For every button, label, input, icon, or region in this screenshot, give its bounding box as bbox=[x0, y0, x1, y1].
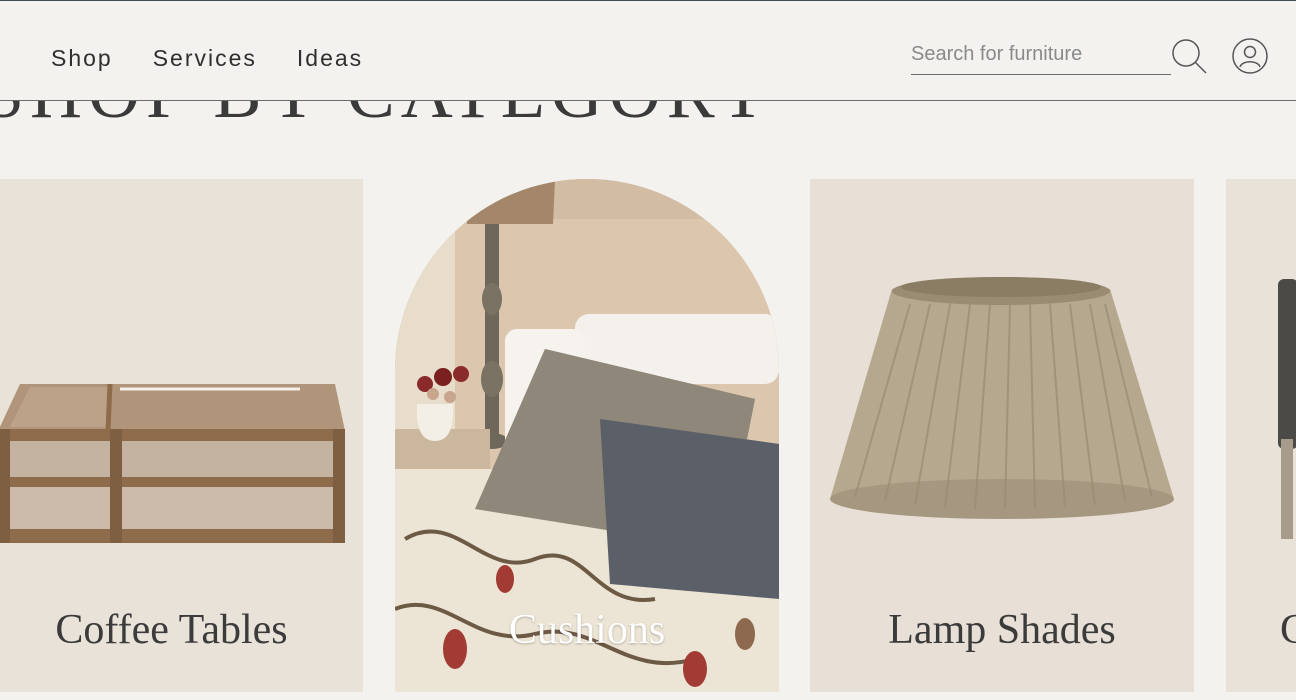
nav-services-link[interactable]: Services bbox=[153, 45, 257, 72]
category-card-lamp-shades[interactable]: Lamp Shades bbox=[810, 179, 1194, 692]
category-card-cushions[interactable]: Cushions bbox=[395, 179, 779, 692]
search-input[interactable] bbox=[911, 39, 1171, 66]
main-nav: Shop Services Ideas bbox=[51, 45, 363, 72]
user-icon bbox=[1232, 38, 1268, 74]
search-button[interactable] bbox=[1170, 37, 1208, 75]
page: SHOP BY CATEGORY Shop Services Ideas bbox=[0, 0, 1296, 700]
category-card-next[interactable]: C bbox=[1226, 179, 1296, 692]
search-icon bbox=[1172, 39, 1207, 74]
category-label: C bbox=[1280, 607, 1296, 653]
category-label: Coffee Tables bbox=[55, 607, 288, 653]
account-button[interactable] bbox=[1231, 37, 1269, 75]
site-header: Shop Services Ideas bbox=[0, 0, 1296, 101]
nav-ideas-link[interactable]: Ideas bbox=[297, 45, 363, 72]
nav-shop-link[interactable]: Shop bbox=[51, 45, 113, 72]
search-field bbox=[911, 39, 1171, 75]
category-label: Lamp Shades bbox=[888, 607, 1116, 653]
category-label: Cushions bbox=[508, 607, 666, 653]
category-card-coffee-tables[interactable]: Coffee Tables bbox=[0, 179, 363, 692]
